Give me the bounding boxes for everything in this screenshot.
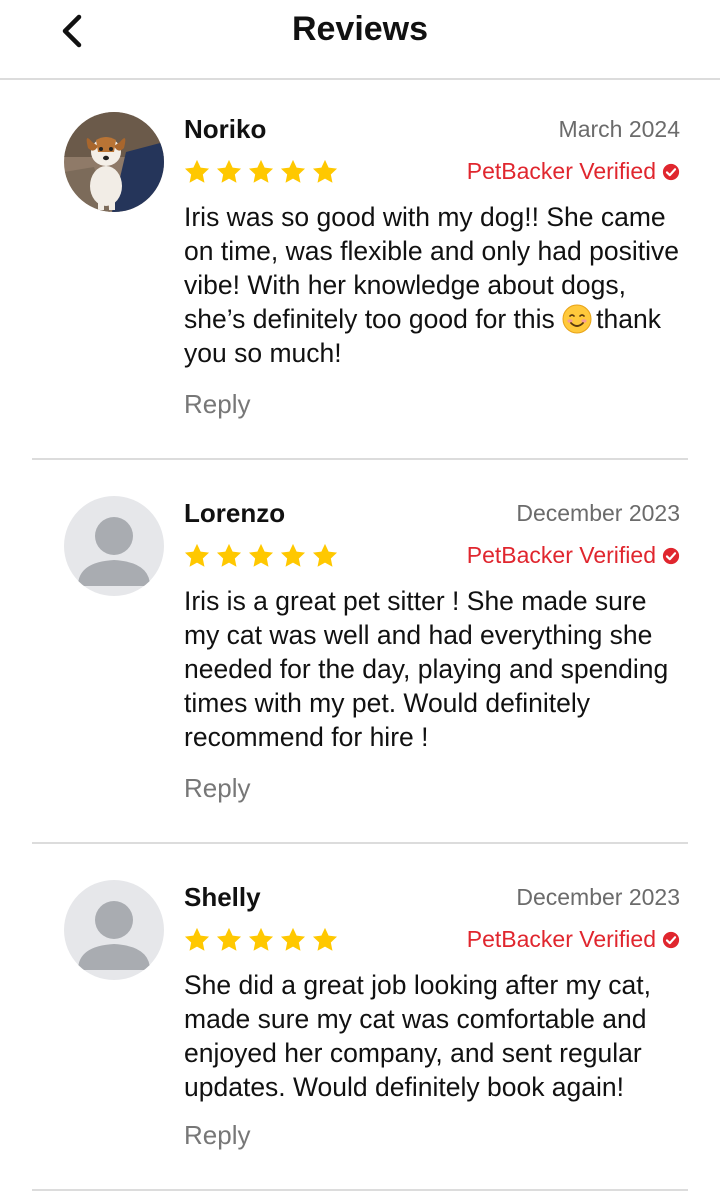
default-user-avatar[interactable] [64, 496, 164, 596]
reviewer-name: Lorenzo [184, 498, 286, 528]
review-card: Shelly December 2023 PetBacker Verified … [0, 848, 720, 1199]
star-icon [216, 543, 242, 567]
star-icon [248, 543, 274, 567]
star-icon [312, 159, 338, 183]
check-circle-icon [662, 163, 680, 180]
review-date: December 2023 [516, 500, 680, 526]
verified-label: PetBacker Verified [466, 158, 656, 184]
review-text: She did a great job looking after my cat… [184, 970, 651, 1102]
divider [32, 1189, 688, 1191]
review-text: Iris is a great pet sitter ! She made su… [184, 586, 669, 752]
star-rating [183, 158, 339, 188]
star-icon [280, 543, 306, 567]
check-circle-icon [662, 547, 680, 564]
star-icon [280, 927, 306, 951]
smiling-face-emoji [562, 304, 592, 334]
divider [32, 842, 688, 844]
verified-badge: PetBacker Verified [467, 542, 680, 569]
star-icon [184, 927, 210, 951]
check-circle-icon [662, 931, 680, 948]
reply-button[interactable]: Reply [184, 1120, 250, 1151]
star-icon [216, 159, 242, 183]
verified-badge: PetBacker Verified [467, 158, 680, 185]
verified-label: PetBacker Verified [466, 926, 656, 952]
verified-label: PetBacker Verified [466, 542, 656, 568]
review-date: March 2024 [558, 116, 680, 142]
default-user-avatar[interactable] [64, 880, 164, 980]
star-icon [248, 159, 274, 183]
star-icon [184, 159, 210, 183]
reviewer-name: Shelly [184, 882, 261, 912]
star-icon [216, 927, 242, 951]
review-card: Noriko March 2024 PetBacker Verified Iri… [0, 80, 720, 460]
star-icon [184, 543, 210, 567]
top-bar: Reviews [0, 0, 720, 80]
review-card: Lorenzo December 2023 PetBacker Verified… [0, 464, 720, 844]
star-rating [183, 542, 339, 572]
star-icon [280, 159, 306, 183]
page-title: Reviews [291, 10, 429, 48]
reply-button[interactable]: Reply [184, 773, 250, 804]
star-icon [312, 927, 338, 951]
review-text: Iris was so good with my dog!! She came … [184, 200, 684, 370]
divider [32, 458, 688, 460]
verified-badge: PetBacker Verified [467, 926, 680, 953]
star-rating [183, 926, 339, 956]
review-date: December 2023 [516, 884, 680, 910]
star-icon [312, 543, 338, 567]
reply-button[interactable]: Reply [184, 389, 250, 420]
reviewer-name: Noriko [184, 114, 267, 144]
dog-photo-avatar[interactable] [64, 112, 164, 212]
star-icon [248, 927, 274, 951]
